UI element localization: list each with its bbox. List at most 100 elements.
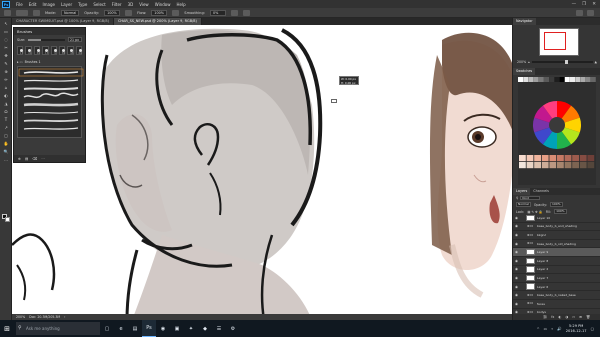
- navigator-thumbnail[interactable]: [539, 28, 579, 56]
- mode-select[interactable]: Normal: [61, 9, 80, 16]
- menu-select[interactable]: Select: [90, 2, 108, 7]
- zoom-value[interactable]: 200%: [517, 60, 526, 64]
- visibility-eye-icon[interactable]: ◉: [513, 233, 520, 237]
- tool-button[interactable]: ⊕: [2, 68, 10, 74]
- pressure-size-icon[interactable]: [242, 9, 250, 16]
- brush-preset[interactable]: 60: [75, 46, 82, 55]
- layer-footer-icon[interactable]: ◐: [558, 315, 561, 319]
- brush-footer-icon[interactable]: ⌫: [32, 157, 37, 161]
- visibility-eye-icon[interactable]: ◉: [513, 259, 520, 263]
- taskbar-app-icon[interactable]: ▢: [100, 320, 114, 337]
- notification-icon[interactable]: ▢: [591, 327, 594, 331]
- brush-preset[interactable]: 17: [17, 46, 24, 55]
- tab-channels[interactable]: Channels: [530, 188, 552, 195]
- tray-icon[interactable]: ^: [537, 327, 540, 331]
- brush-size-field[interactable]: 21 px: [68, 37, 82, 42]
- menu-file[interactable]: File: [13, 2, 26, 7]
- layer-opacity-field[interactable]: 100%: [549, 202, 563, 207]
- swatch[interactable]: [538, 77, 544, 82]
- swatch[interactable]: [579, 162, 587, 169]
- search-icon[interactable]: [576, 9, 583, 16]
- brush-tool-icon[interactable]: [4, 9, 11, 16]
- layer-row[interactable]: ◉ Layer 2: [513, 266, 600, 275]
- navigator-view-box[interactable]: [544, 32, 566, 50]
- swatch[interactable]: [557, 155, 564, 162]
- swatch[interactable]: [570, 77, 575, 82]
- swatch[interactable]: [587, 162, 595, 169]
- brush-preset[interactable]: 21: [25, 46, 32, 55]
- swatch[interactable]: [572, 162, 579, 169]
- layer-row[interactable]: ◉ ▸▭ faces: [513, 300, 600, 309]
- swatch[interactable]: [572, 155, 579, 162]
- minimize-button[interactable]: —: [572, 2, 577, 7]
- workspace-switcher-icon[interactable]: [587, 9, 594, 16]
- layer-footer-icon[interactable]: ⛓: [543, 315, 547, 319]
- tab-layers[interactable]: Layers: [513, 188, 531, 195]
- taskbar-app-icon[interactable]: ◆: [198, 320, 212, 337]
- tool-button[interactable]: ✂: [2, 44, 10, 50]
- menu-layer[interactable]: Layer: [58, 2, 75, 7]
- zoom-slider-knob[interactable]: [565, 60, 569, 64]
- menu-type[interactable]: Type: [75, 2, 90, 7]
- flow-field[interactable]: 100%: [151, 9, 168, 16]
- smoothing-field[interactable]: 0%: [209, 9, 226, 16]
- brush-footer-icon[interactable]: ▤: [25, 157, 28, 161]
- canvas[interactable]: [12, 25, 512, 320]
- layer-blend-mode-select[interactable]: Normal: [516, 202, 531, 207]
- layer-row[interactable]: ◉ ▸▭ base_body_b_and_shading: [513, 223, 600, 232]
- tab-navigator[interactable]: Navigator: [513, 18, 536, 25]
- taskbar-app-icon[interactable]: ▤: [128, 320, 142, 337]
- document-tab[interactable]: CHAR_SS_NEW.psd @ 200% (Layer 9, RGB/8): [113, 18, 202, 25]
- swatch[interactable]: [585, 77, 591, 82]
- swatch[interactable]: [564, 77, 570, 82]
- layer-footer-icon[interactable]: ⊞: [579, 315, 582, 319]
- swatch[interactable]: [549, 77, 555, 82]
- opacity-field[interactable]: 100%: [104, 9, 121, 16]
- tool-button[interactable]: ↗: [2, 124, 10, 130]
- tray-icon[interactable]: ▭: [544, 327, 547, 331]
- layer-footer-icon[interactable]: 🗑: [586, 315, 590, 319]
- swatch[interactable]: [518, 77, 523, 82]
- visibility-eye-icon[interactable]: ◉: [513, 285, 520, 289]
- swatch[interactable]: [533, 77, 539, 82]
- menu-edit[interactable]: Edit: [26, 2, 40, 7]
- layer-row[interactable]: ◉ Layer 7: [513, 274, 600, 283]
- brush-footer-icon[interactable]: ⋯: [41, 157, 45, 161]
- taskbar-app-icon[interactable]: Ps: [142, 320, 156, 337]
- swatch[interactable]: [549, 155, 557, 162]
- zoom-slider[interactable]: [531, 60, 593, 64]
- swatch[interactable]: [534, 155, 541, 162]
- tool-button[interactable]: ✏: [2, 76, 10, 82]
- menu-help[interactable]: Help: [173, 2, 188, 7]
- tab-swatches[interactable]: Swatches: [513, 68, 536, 75]
- zoom-in-icon[interactable]: ▲: [595, 60, 597, 64]
- smoothing-settings-icon[interactable]: [230, 9, 238, 16]
- brush-footer-icon[interactable]: ⊕: [18, 157, 21, 161]
- menu-window[interactable]: Window: [152, 2, 174, 7]
- brush-group[interactable]: ▸ ▭ Brushes 1: [17, 59, 82, 64]
- brush-panel-toggle-icon[interactable]: [33, 9, 40, 16]
- layer-row[interactable]: ◉ ▸▭ base_body_b_old_shading: [513, 240, 600, 249]
- swatch[interactable]: [541, 155, 549, 162]
- swatch[interactable]: [579, 155, 587, 162]
- visibility-eye-icon[interactable]: ◉: [513, 302, 520, 306]
- swatch[interactable]: [534, 162, 541, 169]
- brush-preset[interactable]: 30: [33, 46, 41, 55]
- swatch[interactable]: [580, 77, 586, 82]
- brush-preset[interactable]: 9: [50, 46, 57, 55]
- tool-button[interactable]: ↖: [2, 20, 10, 26]
- layer-row[interactable]: ◉ Layer 9: [513, 248, 600, 257]
- swatch[interactable]: [559, 77, 565, 82]
- start-button[interactable]: ⊞: [0, 320, 14, 337]
- pressure-opacity-icon[interactable]: [125, 9, 133, 16]
- visibility-eye-icon[interactable]: ◉: [513, 216, 520, 220]
- tool-button[interactable]: ⬭: [2, 108, 10, 114]
- swatch[interactable]: [526, 155, 534, 162]
- brush-stroke-list[interactable]: [17, 66, 84, 138]
- swatch-grid[interactable]: [518, 77, 596, 185]
- brush-preset[interactable]: 13: [42, 46, 49, 55]
- layer-row[interactable]: ◉ Layer 6: [513, 283, 600, 292]
- swatch[interactable]: [554, 77, 560, 82]
- layer-row[interactable]: ◉ Layer 8: [513, 257, 600, 266]
- tool-button[interactable]: ▢: [2, 132, 10, 138]
